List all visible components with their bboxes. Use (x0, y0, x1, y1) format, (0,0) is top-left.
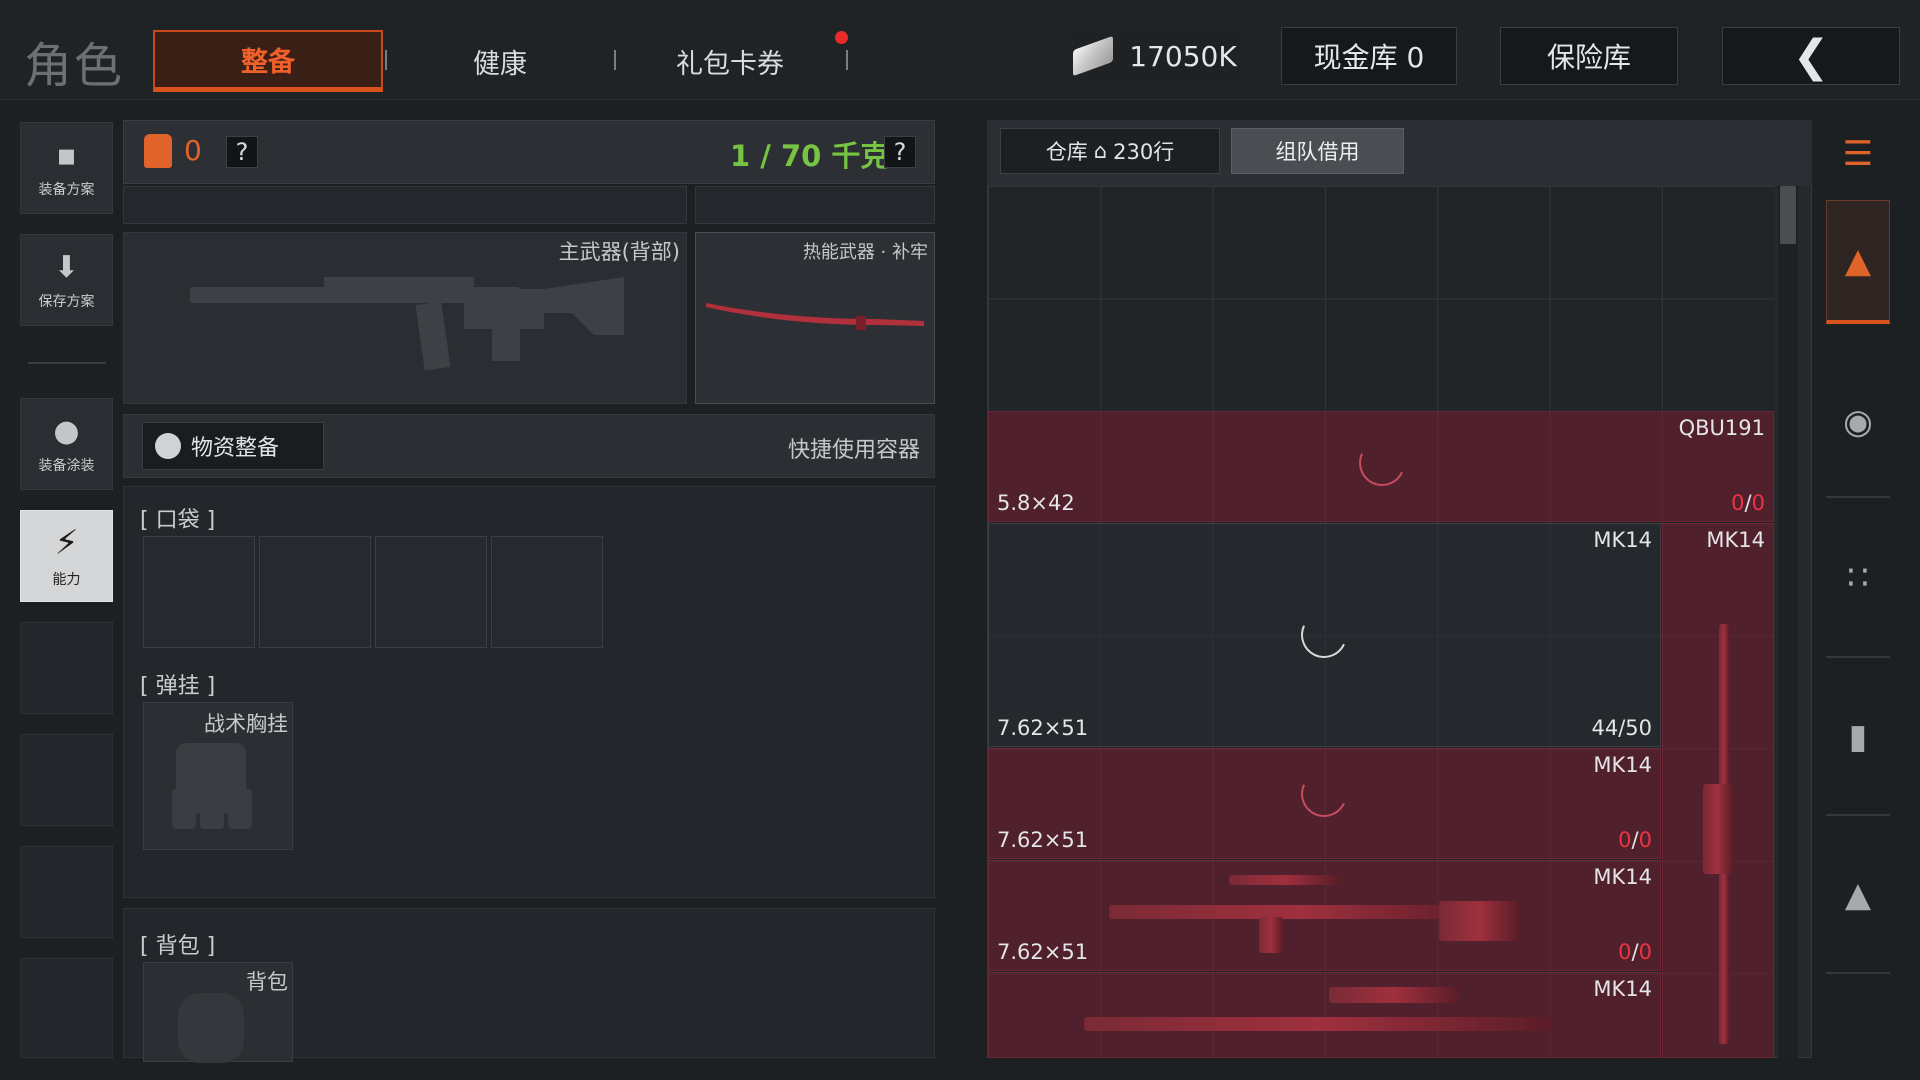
pocket-section-label: [ 口袋 ] (140, 508, 216, 533)
item-caliber: 7.62×51 (997, 716, 1089, 740)
tab-separator (614, 50, 616, 70)
cash-vault-button[interactable]: 现金库 0 (1281, 27, 1457, 85)
download-icon: ⬇ (53, 249, 80, 285)
armor-icon (144, 134, 172, 168)
tab-separator (385, 50, 387, 70)
sidebar-item-ability[interactable]: ⚡ 能力 (20, 510, 113, 602)
currency-amount: 17050K (1129, 39, 1237, 73)
pocket-slot[interactable] (491, 536, 603, 648)
helmet-skin-icon: ● (53, 413, 80, 449)
item-name: MK14 (1593, 977, 1652, 1001)
warehouse-item-mk14-vertical[interactable]: MK14 (1662, 523, 1774, 1058)
tab-gift-cards[interactable]: 礼包卡券 (630, 30, 830, 92)
sidebar-item-save-plan[interactable]: ⬇ 保存方案 (20, 234, 113, 326)
help-button[interactable]: ? (226, 136, 258, 168)
pocket-slot[interactable] (375, 536, 487, 648)
item-caliber: 5.8×42 (997, 491, 1075, 515)
sidebar-item-label: 保存方案 (38, 293, 95, 310)
primary-weapon-label: 主武器(背部) (558, 240, 680, 264)
rifle-body (1703, 784, 1733, 874)
rifle-icon (1109, 905, 1489, 919)
sidebar-divider (28, 362, 106, 364)
item-caliber: 7.62×51 (997, 940, 1089, 964)
rifle-scope (1229, 875, 1339, 885)
sidebar-empty-slot (20, 622, 113, 714)
tab-team-borrow[interactable]: 组队借用 (1231, 128, 1404, 174)
supply-prep-label: 物资整备 (191, 436, 280, 461)
equipment-slot[interactable] (695, 186, 935, 224)
item-name: MK14 (1593, 528, 1652, 552)
sidebar-item-label: 装备方案 (38, 181, 95, 198)
backpack-section-label: [ 背包 ] (140, 934, 216, 959)
sidebar-empty-slot (20, 958, 113, 1058)
vest-icon: ▪ (56, 137, 77, 173)
item-name: MK14 (1593, 865, 1652, 889)
magazine-icon[interactable]: ▮ (1826, 660, 1890, 816)
home-icon: ⌂ (1093, 139, 1108, 163)
weight-capacity: 1 / 70 千克 (730, 139, 890, 173)
tab-warehouse[interactable]: 仓库 ⌂ 230行 (1000, 128, 1220, 174)
rifle-grip (1259, 917, 1283, 953)
help-button[interactable]: ? (884, 136, 916, 168)
rifle-icon (1084, 1017, 1554, 1031)
sidebar-item-skins[interactable]: ● 装备涂装 (20, 398, 113, 490)
item-ammo: 44/50 (1591, 716, 1652, 740)
sidebar-empty-slot (20, 734, 113, 826)
scrollbar-track[interactable] (1778, 186, 1798, 1058)
sidebar-empty-slot (20, 846, 113, 938)
sidebar-item-label: 装备涂装 (38, 457, 95, 474)
item-ammo: 0/0 (1731, 491, 1765, 515)
supply-icon (155, 433, 181, 459)
chest-rig-label: 战术胸挂 (204, 712, 288, 736)
helmet-icon[interactable]: ◉ (1826, 348, 1890, 498)
armor-count: 0 (184, 134, 202, 167)
sidebar-item-label: 能力 (52, 572, 81, 588)
currency-display: 17050K (1070, 27, 1240, 85)
backpack-label: 背包 (246, 970, 288, 994)
lightning-shield-icon: ⚡ (54, 523, 79, 563)
scrollbar-thumb[interactable] (1780, 186, 1796, 244)
warehouse-item-mk14[interactable]: MK14 7.62×51 44/50 (988, 523, 1661, 747)
loading-spinner-icon (1294, 605, 1354, 665)
safe-vault-button[interactable]: 保险库 (1500, 27, 1678, 85)
item-name: MK14 (1706, 528, 1765, 552)
rig-section-label: [ 弹挂 ] (140, 674, 216, 699)
supply-prep-button[interactable]: 物资整备 (142, 422, 324, 470)
notification-dot (835, 31, 848, 44)
item-ammo: 0/0 (1618, 828, 1652, 852)
warehouse-item-mk14[interactable]: MK14 7.62×51 0/0 (988, 748, 1661, 859)
loading-spinner-icon (1294, 764, 1354, 824)
item-ammo: 0/0 (1618, 940, 1652, 964)
cash-bill-icon (1073, 35, 1114, 77)
rifle-stock (1439, 901, 1519, 941)
thermal-weapon-label: 热能武器 · 补牢 (802, 242, 928, 263)
warehouse-item-mk14[interactable]: MK14 7.62×51 0/0 (988, 860, 1661, 971)
rifle-scope (1329, 987, 1459, 1003)
storage-stack-icon[interactable]: ☰ (1826, 100, 1890, 210)
back-button[interactable]: ❮ (1722, 27, 1900, 85)
rifle-icon[interactable]: ∷ (1826, 500, 1890, 658)
warehouse-tab-label: 仓库 (1045, 140, 1088, 164)
tab-separator (846, 50, 848, 70)
backpack-stack-icon[interactable]: ▲ (1826, 200, 1890, 324)
item-name: QBU191 (1678, 416, 1765, 440)
equipment-slot[interactable] (123, 186, 687, 224)
chevron-left-icon: ❮ (1792, 30, 1830, 82)
bullet-icon[interactable]: ▲ (1826, 818, 1890, 974)
quick-container-label[interactable]: 快捷使用容器 (740, 432, 920, 464)
warehouse-item-qbu191[interactable]: QBU191 5.8×42 0/0 (988, 411, 1774, 522)
pocket-slot[interactable] (259, 536, 371, 648)
pocket-slot[interactable] (143, 536, 255, 648)
loading-spinner-icon (1352, 433, 1412, 493)
tab-health[interactable]: 健康 (410, 30, 590, 92)
warehouse-rows: 230行 (1113, 140, 1175, 164)
warehouse-item-mk14[interactable]: MK14 (988, 972, 1661, 1058)
tab-equip[interactable]: 整备 (153, 30, 383, 92)
page-title: 角色 (24, 38, 125, 94)
item-caliber: 7.62×51 (997, 828, 1089, 852)
item-name: MK14 (1593, 753, 1652, 777)
sidebar-item-loadout-plan[interactable]: ▪ 装备方案 (20, 122, 113, 214)
